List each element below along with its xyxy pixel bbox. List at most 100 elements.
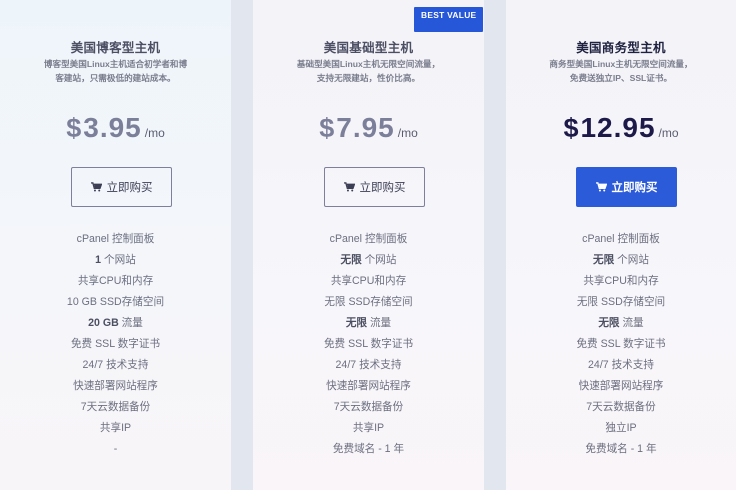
- plan-description: 博客型美国Linux主机适合初学者和博客建站，只需极低的建站成本。: [43, 59, 188, 83]
- feature-text: 无限 SSD存储空间: [324, 296, 413, 308]
- feature-text: 10 GB SSD存储空间: [66, 296, 165, 308]
- feature-item: 共享CPU和内存: [506, 271, 736, 292]
- feature-highlight: 20 GB: [88, 317, 119, 329]
- feature-item: 免费域名 - 1 年: [253, 439, 484, 460]
- feature-item: cPanel 控制面板: [506, 229, 736, 250]
- shopping-cart-icon: [343, 182, 355, 192]
- feature-item: cPanel 控制面板: [253, 229, 484, 250]
- feature-text: 个网站: [614, 254, 649, 266]
- buy-button-blog[interactable]: 立即购买: [71, 167, 172, 207]
- feature-item: -: [0, 439, 231, 460]
- feature-text: 共享CPU和内存: [330, 275, 407, 287]
- plan-card-business: 美国商务型主机 商务型美国Linux主机无限空间流量，免费送独立IP、SSL证书…: [506, 0, 736, 490]
- feature-text: 流量: [619, 317, 644, 329]
- feature-text: 共享CPU和内存: [77, 275, 154, 287]
- feature-text: 免费 SSL 数字证书: [323, 338, 414, 350]
- plan-description: 基础型美国Linux主机无限空间流量，支持无限建站，性价比高。: [296, 59, 441, 83]
- plan-card-blog: 美国博客型主机 博客型美国Linux主机适合初学者和博客建站，只需极低的建站成本…: [0, 0, 231, 490]
- feature-item: 24/7 技术支持: [506, 355, 736, 376]
- feature-item: 快速部署网站程序: [506, 376, 736, 397]
- feature-highlight: 无限: [593, 254, 615, 266]
- feature-item: 无限 个网站: [506, 250, 736, 271]
- price-period: /mo: [144, 126, 165, 140]
- feature-item: 7天云数据备份: [253, 397, 484, 418]
- feature-text: cPanel 控制面板: [329, 233, 408, 245]
- buy-button-label: 立即购买: [106, 182, 153, 194]
- card-gap: [484, 0, 506, 490]
- feature-text: 免费 SSL 数字证书: [70, 338, 161, 350]
- feature-item: 免费域名 - 1 年: [506, 439, 736, 460]
- feature-item: 24/7 技术支持: [0, 355, 231, 376]
- feature-item: 无限 个网站: [253, 250, 484, 271]
- feature-text: 24/7 技术支持: [335, 359, 402, 371]
- feature-item: 免费 SSL 数字证书: [253, 334, 484, 355]
- feature-item: 独立IP: [506, 418, 736, 439]
- feature-text: 快速部署网站程序: [73, 380, 158, 392]
- feature-item: 7天云数据备份: [0, 397, 231, 418]
- feature-text: 共享IP: [99, 422, 132, 434]
- feature-item: 无限 SSD存储空间: [253, 292, 484, 313]
- feature-highlight: 无限: [345, 317, 368, 329]
- price-period: /mo: [658, 126, 679, 140]
- feature-text: 免费域名 - 1 年: [332, 443, 405, 455]
- feature-item: cPanel 控制面板: [0, 229, 231, 250]
- feature-item: 20 GB 流量: [0, 313, 231, 334]
- feature-item: 24/7 技术支持: [253, 355, 484, 376]
- feature-text: cPanel 控制面板: [582, 233, 660, 245]
- feature-text: 无限 SSD存储空间: [576, 296, 666, 308]
- plan-price: $ 3.95 /mo: [0, 112, 231, 144]
- best-value-badge: BEST VALUE: [414, 7, 483, 32]
- feature-highlight: 无限: [340, 254, 362, 266]
- feature-text: -: [113, 443, 118, 455]
- feature-text: 7天云数据备份: [80, 401, 151, 413]
- feature-text: 流量: [118, 317, 143, 329]
- feature-item: 无限 流量: [253, 313, 484, 334]
- plan-price: $ 7.95 /mo: [253, 112, 484, 144]
- buy-button-label: 立即购买: [611, 182, 658, 194]
- feature-text: 快速部署网站程序: [326, 380, 411, 392]
- buy-button-basic[interactable]: 立即购买: [324, 167, 425, 207]
- feature-list: cPanel 控制面板 无限 个网站 共享CPU和内存 无限 SSD存储空间 无限 流量…: [253, 229, 484, 460]
- feature-item: 共享CPU和内存: [0, 271, 231, 292]
- feature-text: 独立IP: [605, 422, 637, 434]
- feature-text: 流量: [367, 317, 392, 329]
- shopping-cart-icon: [90, 182, 102, 192]
- feature-text: 快速部署网站程序: [578, 380, 664, 392]
- feature-item: 共享IP: [253, 418, 484, 439]
- card-gap: [231, 0, 253, 490]
- price-amount: 3.95: [83, 112, 142, 143]
- feature-text: 个网站: [361, 254, 397, 266]
- feature-text: 免费 SSL 数字证书: [576, 338, 666, 350]
- price-period: /mo: [397, 126, 418, 140]
- price-currency: $: [563, 113, 579, 143]
- feature-list: cPanel 控制面板 1 个网站共享CPU和内存 10 GB SSD存储空间 20 …: [0, 229, 231, 460]
- feature-item: 10 GB SSD存储空间: [0, 292, 231, 313]
- price-amount: 12.95: [580, 112, 656, 143]
- feature-item: 无限 SSD存储空间: [506, 292, 736, 313]
- feature-item: 共享CPU和内存: [253, 271, 484, 292]
- feature-item: 7天云数据备份: [506, 397, 736, 418]
- feature-highlight: 无限: [598, 317, 620, 329]
- plan-title: 美国博客型主机: [70, 41, 161, 55]
- shopping-cart-icon: [595, 182, 607, 192]
- buy-button-label: 立即购买: [359, 182, 406, 194]
- feature-text: 7天云数据备份: [586, 401, 656, 413]
- feature-text: 24/7 技术支持: [82, 359, 149, 371]
- feature-item: 快速部署网站程序: [253, 376, 484, 397]
- feature-text: 共享CPU和内存: [583, 275, 659, 287]
- plan-title: 美国商务型主机: [576, 41, 666, 55]
- price-currency: $: [319, 113, 335, 143]
- feature-text: cPanel 控制面板: [76, 233, 155, 245]
- feature-item: 无限 流量: [506, 313, 736, 334]
- feature-item: 免费 SSL 数字证书: [0, 334, 231, 355]
- feature-text: 个网站: [101, 254, 136, 266]
- feature-item: 1 个网站: [0, 250, 231, 271]
- price-currency: $: [66, 113, 82, 143]
- plan-title: 美国基础型主机: [323, 41, 414, 55]
- feature-text: 共享IP: [352, 422, 385, 434]
- plan-card-basic: 美国基础型主机 基础型美国Linux主机无限空间流量，支持无限建站，性价比高。 …: [253, 0, 484, 490]
- feature-text: 24/7 技术支持: [588, 359, 654, 371]
- buy-button-business[interactable]: 立即购买: [576, 167, 677, 207]
- feature-list: cPanel 控制面板 无限 个网站 共享CPU和内存 无限 SSD存储空间 无限 流量…: [506, 229, 736, 460]
- feature-item: 共享IP: [0, 418, 231, 439]
